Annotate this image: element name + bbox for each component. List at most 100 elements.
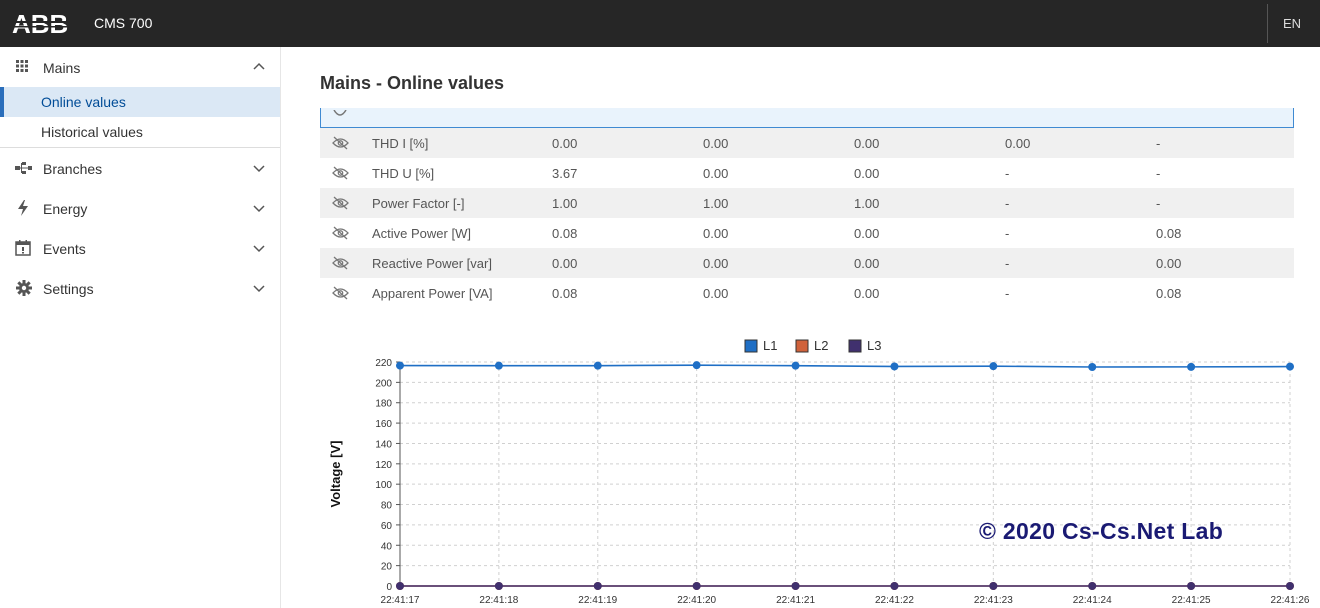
data-point-l3 xyxy=(890,582,899,590)
legend-label: L2 xyxy=(814,338,828,353)
data-point-l1 xyxy=(989,362,998,371)
legend-swatch xyxy=(795,339,809,353)
sidebar-group-label: Branches xyxy=(43,161,103,177)
data-point-l1 xyxy=(593,361,602,370)
hidden-eye-icon[interactable] xyxy=(332,286,349,300)
sidebar-group-branches[interactable]: Branches xyxy=(0,148,280,188)
row-label: Power Factor [-] xyxy=(372,196,465,211)
sidebar-group-energy[interactable]: Energy xyxy=(0,188,280,228)
row-value: - xyxy=(1005,196,1010,211)
row-value: - xyxy=(1005,226,1010,241)
data-point-l1 xyxy=(1286,362,1294,371)
legend-swatch xyxy=(744,339,758,353)
row-label: THD I [%] xyxy=(372,136,429,151)
row-value: 0.00 xyxy=(854,256,880,271)
data-point-l1 xyxy=(396,361,404,370)
row-value: 0.00 xyxy=(552,136,578,151)
sidebar-group-settings[interactable]: Settings xyxy=(0,268,280,308)
y-tick-label: 60 xyxy=(381,521,393,532)
x-tick-label: 22:41:22 xyxy=(875,595,914,606)
data-point-l1 xyxy=(494,361,503,370)
row-value: - xyxy=(1005,286,1010,301)
x-tick-label: 22:41:18 xyxy=(479,595,518,606)
sidebar-group-mains[interactable]: Mains xyxy=(0,47,280,87)
sidebar-group-events[interactable]: Events xyxy=(0,228,280,268)
table-row: Active Power [W] 0.08 0.00 0.00 - 0.08 xyxy=(320,218,1294,248)
y-axis-label: Voltage [V] xyxy=(328,441,343,508)
row-value: 0.00 xyxy=(854,136,880,151)
row-value: 0.00 xyxy=(703,256,729,271)
hidden-eye-icon[interactable] xyxy=(332,226,349,240)
row-value: 0.00 xyxy=(854,226,880,241)
top-bar: ABB CMS 700 EN xyxy=(0,0,1320,47)
hidden-eye-icon[interactable] xyxy=(332,256,349,270)
data-point-l1 xyxy=(890,362,899,371)
watermark: © 2020 Cs-Cs.Net Lab xyxy=(979,518,1224,544)
y-tick-label: 0 xyxy=(386,582,392,593)
y-tick-label: 40 xyxy=(381,541,393,552)
app-title: CMS 700 xyxy=(94,15,153,31)
chevron-down-icon[interactable] xyxy=(252,202,266,214)
sidebar-item-label: Online values xyxy=(41,94,126,110)
abb-logo[interactable]: ABB xyxy=(12,11,80,37)
chevron-down-icon[interactable] xyxy=(252,162,266,174)
hidden-eye-icon[interactable] xyxy=(332,196,349,210)
sidebar: Mains Online values Historical values Br… xyxy=(0,47,281,608)
row-value: - xyxy=(1005,256,1010,271)
lightning-icon xyxy=(18,200,28,216)
row-value: 0.00 xyxy=(552,256,578,271)
row-value: 0.08 xyxy=(1156,286,1182,301)
hidden-eye-icon[interactable] xyxy=(332,136,349,150)
legend-label: L3 xyxy=(867,338,881,353)
x-tick-label: 22:41:17 xyxy=(381,595,420,606)
y-tick-label: 220 xyxy=(375,358,392,369)
x-tick-label: 22:41:21 xyxy=(776,595,815,606)
row-value: 0.00 xyxy=(854,166,880,181)
data-point-l3 xyxy=(593,582,602,590)
hidden-eye-icon[interactable] xyxy=(332,166,349,180)
row-value: 3.67 xyxy=(552,166,578,181)
x-tick-label: 22:41:23 xyxy=(974,595,1013,606)
sidebar-item-label: Historical values xyxy=(41,124,143,140)
table-row: Reactive Power [var] 0.00 0.00 0.00 - 0.00 xyxy=(320,248,1294,278)
y-tick-label: 200 xyxy=(375,378,392,389)
y-tick-label: 120 xyxy=(375,460,392,471)
table-header-row[interactable] xyxy=(320,108,1294,128)
table-row: Apparent Power [VA] 0.08 0.00 0.00 - 0.08 xyxy=(320,278,1294,308)
row-label: Active Power [W] xyxy=(372,226,471,241)
data-point-l3 xyxy=(791,582,800,590)
row-value: 1.00 xyxy=(854,196,880,211)
row-value: - xyxy=(1156,166,1161,181)
sidebar-group-label: Events xyxy=(43,241,86,257)
chevron-down-icon[interactable] xyxy=(252,282,266,294)
grid-icon xyxy=(16,60,28,72)
data-point-l3 xyxy=(1286,582,1294,590)
row-value: 1.00 xyxy=(703,196,729,211)
legend-swatch xyxy=(848,339,862,353)
row-value: - xyxy=(1156,196,1161,211)
sidebar-item-online-values[interactable]: Online values xyxy=(0,87,280,117)
language-selector[interactable]: EN xyxy=(1283,16,1301,31)
row-value: 0.00 xyxy=(854,286,880,301)
sidebar-item-historical-values[interactable]: Historical values xyxy=(0,117,280,147)
x-tick-label: 22:41:26 xyxy=(1271,595,1310,606)
data-point-l1 xyxy=(692,361,701,370)
series-line-l1 xyxy=(399,364,1291,368)
row-label: THD U [%] xyxy=(372,166,435,181)
row-value: 0.00 xyxy=(703,166,729,181)
y-tick-label: 100 xyxy=(375,480,392,491)
row-value: 0.08 xyxy=(552,286,578,301)
row-value: 0.00 xyxy=(703,226,729,241)
row-value: 0.00 xyxy=(1156,256,1182,271)
page-title: Mains - Online values xyxy=(320,73,505,93)
chevron-up-icon[interactable] xyxy=(252,61,266,73)
online-values-table: THD I [%] 0.00 0.00 0.00 0.00 - THD U [%] 3.67 0… xyxy=(320,108,1294,308)
chevron-down-icon[interactable] xyxy=(252,242,266,254)
data-point-l1 xyxy=(791,361,800,370)
row-value: 0.08 xyxy=(552,226,578,241)
y-tick-label: 160 xyxy=(375,419,392,430)
sidebar-group-label: Settings xyxy=(43,281,94,297)
row-value: - xyxy=(1156,136,1161,151)
y-tick-label: 140 xyxy=(375,439,392,450)
x-tick-label: 22:41:25 xyxy=(1172,595,1211,606)
